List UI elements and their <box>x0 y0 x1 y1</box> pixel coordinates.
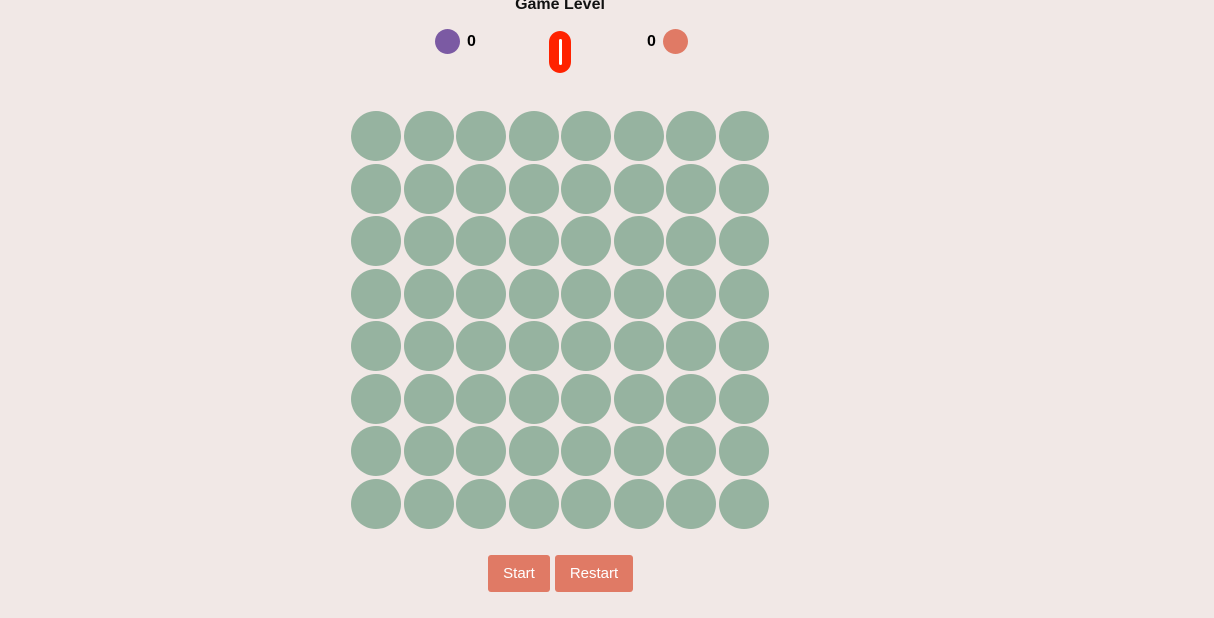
board-cell[interactable] <box>718 373 769 424</box>
board-cell[interactable] <box>351 216 401 266</box>
board-cell[interactable] <box>456 373 506 424</box>
board-cell[interactable] <box>508 478 559 529</box>
board-cell[interactable] <box>613 111 664 161</box>
game-level-title: Game Level <box>515 0 605 13</box>
board-cell[interactable] <box>561 426 611 476</box>
board-cell[interactable] <box>508 373 559 424</box>
board-cell[interactable] <box>613 216 664 266</box>
board-cell[interactable] <box>666 426 716 476</box>
board-cell[interactable] <box>718 216 769 266</box>
board-cell[interactable] <box>666 268 716 319</box>
board-cell[interactable] <box>508 268 559 319</box>
board-cell[interactable] <box>403 478 454 529</box>
board-cell[interactable] <box>403 163 454 214</box>
board-cell[interactable] <box>718 478 769 529</box>
board-cell[interactable] <box>456 321 506 371</box>
board-cell[interactable] <box>666 373 716 424</box>
board-cell[interactable] <box>613 321 664 371</box>
board-cell[interactable] <box>561 163 611 214</box>
level-indicator <box>549 31 571 73</box>
board-cell[interactable] <box>718 321 769 371</box>
board-cell[interactable] <box>351 268 401 319</box>
board-cell[interactable] <box>666 321 716 371</box>
orange-token-icon <box>662 29 688 54</box>
board-cell[interactable] <box>403 373 454 424</box>
restart-button[interactable]: Restart <box>555 555 633 592</box>
board-cell[interactable] <box>718 163 769 214</box>
player-1-score-panel: 0 <box>435 29 476 54</box>
board-cell[interactable] <box>666 478 716 529</box>
board-cell[interactable] <box>351 373 401 424</box>
board-cell[interactable] <box>508 426 559 476</box>
board-cell[interactable] <box>456 216 506 266</box>
board-cell[interactable] <box>613 163 664 214</box>
board-cell[interactable] <box>351 478 401 529</box>
player-2-score-panel: 0 <box>647 29 688 54</box>
board-cell[interactable] <box>403 321 454 371</box>
board-cell[interactable] <box>456 111 506 161</box>
board-cell[interactable] <box>613 373 664 424</box>
board-cell[interactable] <box>351 111 401 161</box>
board-cell[interactable] <box>561 268 611 319</box>
board-cell[interactable] <box>508 163 559 214</box>
board-cell[interactable] <box>456 163 506 214</box>
board-cell[interactable] <box>403 426 454 476</box>
board-cell[interactable] <box>456 426 506 476</box>
board-cell[interactable] <box>403 111 454 161</box>
board-cell[interactable] <box>403 268 454 319</box>
board-cell[interactable] <box>718 268 769 319</box>
board-cell[interactable] <box>718 111 769 161</box>
board-cell[interactable] <box>613 478 664 529</box>
board-cell[interactable] <box>718 426 769 476</box>
board-cell[interactable] <box>508 216 559 266</box>
board-cell[interactable] <box>666 216 716 266</box>
game-board <box>351 111 769 529</box>
player-1-score: 0 <box>467 33 476 50</box>
board-cell[interactable] <box>351 163 401 214</box>
board-cell[interactable] <box>561 373 611 424</box>
board-cell[interactable] <box>508 111 559 161</box>
start-button[interactable]: Start <box>488 555 550 592</box>
board-cell[interactable] <box>613 268 664 319</box>
board-cell[interactable] <box>666 163 716 214</box>
board-cell[interactable] <box>561 478 611 529</box>
board-cell[interactable] <box>508 321 559 371</box>
purple-token-icon <box>435 29 460 54</box>
player-2-score: 0 <box>647 33 656 50</box>
board-cell[interactable] <box>666 111 716 161</box>
board-cell[interactable] <box>456 268 506 319</box>
board-cell[interactable] <box>561 216 611 266</box>
board-cell[interactable] <box>456 478 506 529</box>
board-cell[interactable] <box>403 216 454 266</box>
board-cell[interactable] <box>613 426 664 476</box>
board-cell[interactable] <box>561 321 611 371</box>
board-cell[interactable] <box>351 426 401 476</box>
board-cell[interactable] <box>561 111 611 161</box>
board-cell[interactable] <box>351 321 401 371</box>
level-bar-icon <box>558 39 562 65</box>
